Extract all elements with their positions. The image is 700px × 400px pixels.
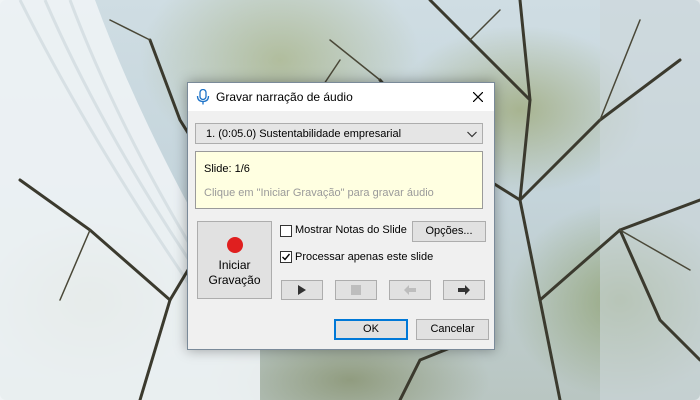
ok-button[interactable]: OK: [334, 319, 408, 340]
cancel-button[interactable]: Cancelar: [416, 319, 489, 340]
slide-counter: Slide: 1/6: [204, 163, 250, 175]
checkmark-icon: [282, 253, 291, 261]
stop-button[interactable]: [335, 280, 377, 300]
start-recording-label: Iniciar Gravação: [198, 258, 271, 288]
arrow-right-icon: [458, 285, 470, 295]
microphone-icon: [196, 88, 210, 105]
show-notes-checkbox[interactable]: [280, 225, 292, 237]
recording-hint: Clique em "Iniciar Gravação" para gravar…: [204, 187, 434, 199]
start-recording-label-line1: Iniciar: [218, 258, 251, 272]
play-icon: [298, 285, 306, 295]
close-icon: [473, 92, 483, 102]
title-bar[interactable]: Gravar narração de áudio: [188, 83, 494, 111]
close-button[interactable]: [462, 83, 494, 111]
slide-select[interactable]: 1. (0:05.0) Sustentabilidade empresarial: [195, 123, 483, 144]
dialog-title: Gravar narração de áudio: [216, 90, 353, 104]
next-button[interactable]: [443, 280, 485, 300]
slide-info-panel: Slide: 1/6 Clique em "Iniciar Gravação" …: [195, 151, 483, 209]
process-only-this-checkbox[interactable]: [280, 251, 292, 263]
record-icon: [227, 237, 243, 253]
start-recording-label-line2: Gravação: [208, 273, 261, 287]
start-recording-button[interactable]: Iniciar Gravação: [197, 221, 272, 299]
slide-select-value: 1. (0:05.0) Sustentabilidade empresarial: [206, 128, 402, 140]
play-button[interactable]: [281, 280, 323, 300]
arrow-left-icon: [404, 285, 416, 295]
show-notes-label[interactable]: Mostrar Notas do Slide: [295, 224, 407, 236]
process-only-this-label[interactable]: Processar apenas este slide: [295, 251, 433, 263]
record-narration-dialog: Gravar narração de áudio 1. (0:05.0) Sus…: [187, 82, 495, 350]
options-button[interactable]: Opções...: [412, 221, 486, 242]
previous-button[interactable]: [389, 280, 431, 300]
stop-icon: [351, 285, 361, 295]
chevron-down-icon: [466, 128, 478, 140]
